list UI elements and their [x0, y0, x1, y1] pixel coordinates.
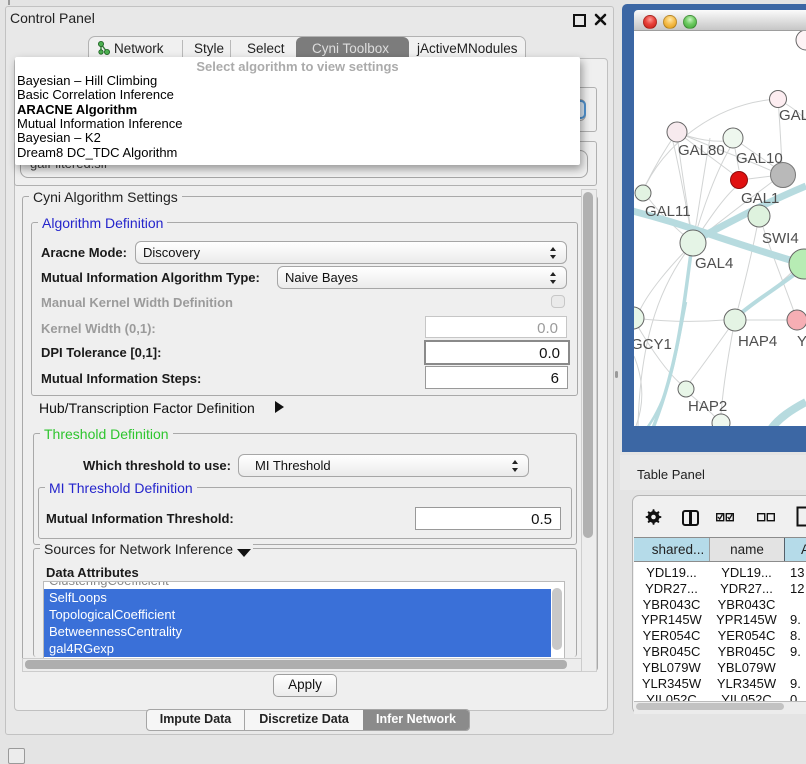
svg-text:HAP2: HAP2	[688, 398, 727, 415]
svg-text:GAL10: GAL10	[736, 150, 783, 167]
svg-text:GAL80: GAL80	[678, 142, 725, 159]
svg-text:GAL4: GAL4	[695, 255, 733, 272]
svg-text:GCY1: GCY1	[634, 336, 672, 353]
svg-text:HAP4: HAP4	[738, 333, 777, 350]
svg-text:GAL11: GAL11	[645, 203, 691, 220]
svg-text:Y: Y	[797, 333, 806, 350]
svg-text:SWI4: SWI4	[762, 230, 799, 247]
svg-text:GAL1: GAL1	[741, 190, 779, 207]
svg-text:GAL7: GAL7	[779, 107, 806, 124]
